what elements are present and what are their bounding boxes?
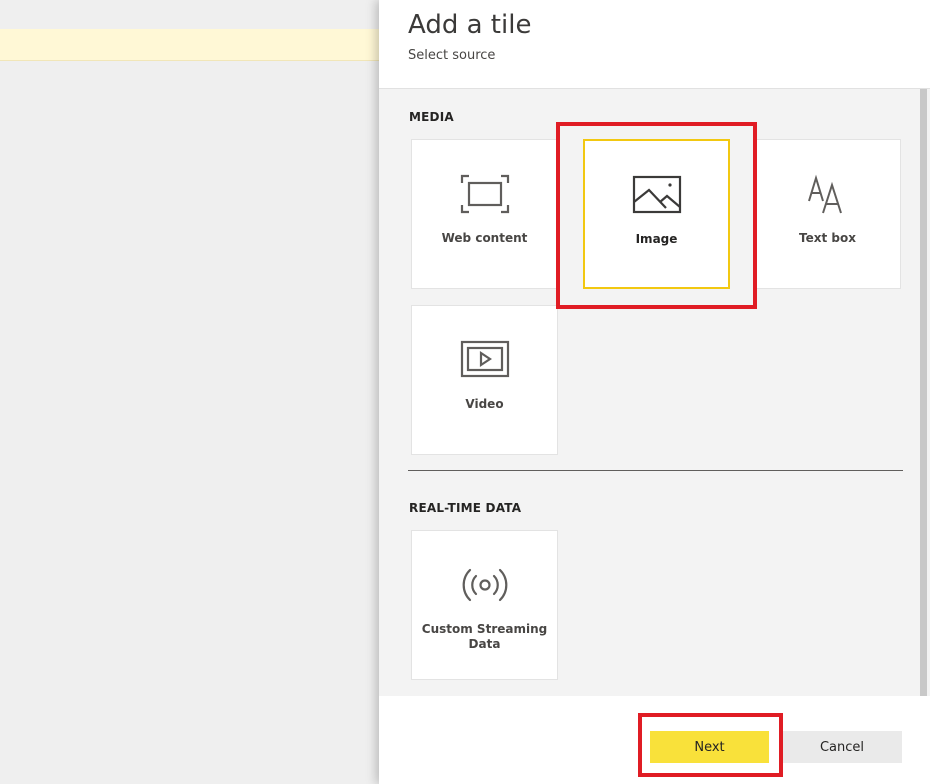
streaming-icon: [462, 568, 507, 602]
tile-web-content[interactable]: Web content: [411, 139, 558, 289]
tile-label: Text box: [799, 231, 856, 245]
web-content-icon: [460, 174, 509, 214]
tile-label: Web content: [441, 231, 528, 245]
tile-source-list: MEDIA Web content Image Text box Video R…: [379, 89, 930, 696]
panel-title: Add a tile: [408, 10, 532, 40]
image-icon: [632, 175, 681, 214]
vertical-scrollbar[interactable]: [920, 89, 927, 696]
tile-video[interactable]: Video: [411, 305, 558, 455]
tile-label: Custom Streaming Data: [421, 622, 548, 651]
cancel-button[interactable]: Cancel: [782, 731, 902, 763]
add-tile-panel: Add a tile Select source MEDIA Web conte…: [379, 0, 930, 784]
video-icon: [460, 340, 509, 378]
background-notification-banner: [0, 29, 381, 61]
section-divider: [408, 470, 903, 471]
tile-custom-streaming-data[interactable]: Custom Streaming Data: [411, 530, 558, 680]
panel-header: Add a tile Select source: [379, 0, 930, 89]
tile-label: Video: [465, 397, 504, 411]
text-box-icon: [807, 174, 842, 214]
next-button[interactable]: Next: [650, 731, 769, 763]
realtime-section-title: REAL-TIME DATA: [409, 501, 522, 515]
background-page: [0, 0, 381, 784]
tile-image[interactable]: Image: [583, 139, 730, 289]
media-section-title: MEDIA: [409, 110, 454, 124]
panel-subtitle: Select source: [408, 48, 496, 63]
tile-text-box[interactable]: Text box: [754, 139, 901, 289]
tile-label: Image: [635, 232, 678, 246]
